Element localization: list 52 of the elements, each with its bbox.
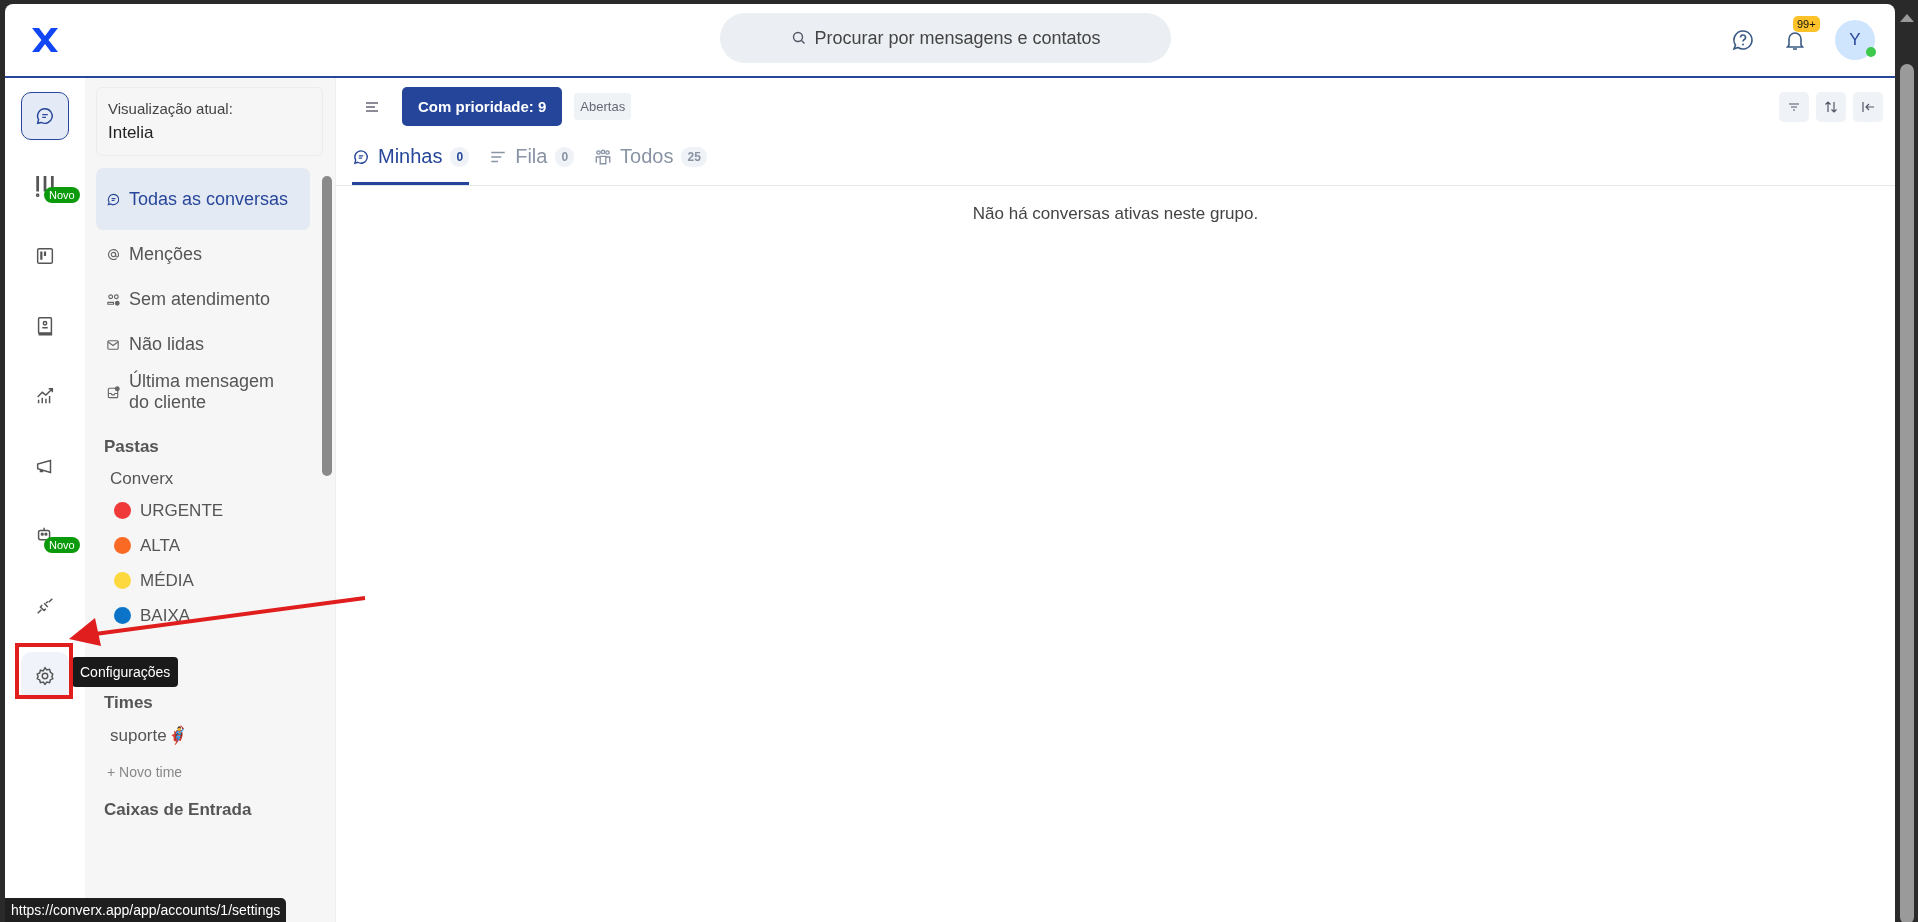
priority-button[interactable]: Com prioridade: 9 <box>402 87 563 126</box>
search-icon <box>791 30 807 46</box>
menu-item[interactable]: Não lidas <box>96 322 310 367</box>
search-field[interactable]: Procurar por mensagens e contatos <box>720 13 1171 63</box>
folder-item[interactable]: MÉDIA <box>114 563 318 598</box>
section-heading: Pastas <box>104 437 160 457</box>
nav-button[interactable] <box>21 652 69 700</box>
group-icon <box>594 147 613 166</box>
count-badge: 25 <box>681 146 707 167</box>
nav-button[interactable]: Novo <box>21 512 85 560</box>
count-badge: 0 <box>555 146 575 167</box>
section-heading: Caixas de Entrada <box>104 800 253 820</box>
view-name: Intelia <box>108 123 155 143</box>
menu-item[interactable]: Última mensagem do cliente <box>96 367 310 417</box>
new-badge: Novo <box>44 187 80 203</box>
folder-item[interactable]: BAIXA <box>114 598 318 633</box>
count-badge: 0 <box>450 146 470 167</box>
notification-badge: 99+ <box>1793 16 1820 32</box>
people-icon <box>106 292 121 307</box>
menu-item[interactable]: Sem atendimento <box>96 277 310 322</box>
team-item[interactable]: suporte🦸‍♂ <box>110 725 318 746</box>
view-label: Visualização atual: <box>108 100 234 117</box>
inbox-icon <box>106 384 121 400</box>
nav-button[interactable]: Novo <box>21 162 85 210</box>
empty-message: Não há conversas ativas neste grupo. <box>971 204 1260 224</box>
chat-icon <box>106 191 121 207</box>
folder-group[interactable]: Converx <box>110 469 318 489</box>
status-filter-button[interactable]: Abertas <box>574 93 632 120</box>
logo-icon[interactable] <box>30 25 60 55</box>
conversation-tab[interactable]: Minhas 0 <box>352 137 470 185</box>
tooltip: Configurações <box>72 657 179 687</box>
chat-icon <box>34 105 56 127</box>
menu-item[interactable]: Todas as conversas <box>96 168 310 230</box>
folder-item[interactable]: URGENTE <box>114 493 318 528</box>
menu-item[interactable]: Menções <box>96 232 310 277</box>
at-icon <box>106 247 121 262</box>
status-url: https://converx.app/app/accounts/1/settings <box>5 898 287 922</box>
folder-item[interactable]: ALTA <box>114 528 318 563</box>
section-heading: Times <box>104 693 154 713</box>
collapse-button[interactable] <box>1853 91 1883 122</box>
gear-icon <box>34 665 56 687</box>
highlight-frame <box>15 643 73 699</box>
current-view-card[interactable]: Visualização atual: Intelia <box>96 87 323 156</box>
help-icon[interactable] <box>1731 28 1755 52</box>
board-icon <box>34 245 56 267</box>
chat-icon <box>352 147 370 166</box>
plug-icon <box>34 595 56 617</box>
new-badge: Novo <box>44 537 80 553</box>
sort-button[interactable] <box>1816 91 1846 122</box>
user-avatar[interactable]: Y <box>1835 20 1875 60</box>
nav-button[interactable] <box>21 92 69 140</box>
envelope-icon <box>106 337 121 352</box>
